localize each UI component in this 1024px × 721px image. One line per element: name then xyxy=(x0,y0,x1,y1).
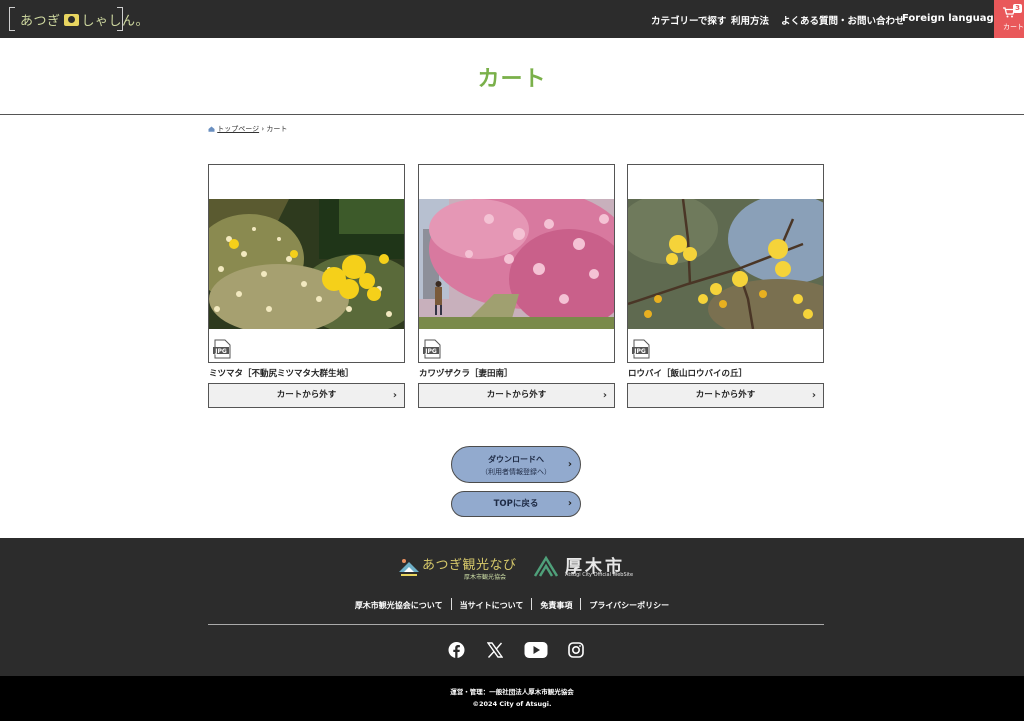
city-emblem-icon xyxy=(533,555,559,577)
nav-faq-contact[interactable]: よくある質問・お問い合わせ xyxy=(781,13,905,27)
jpg-file-icon: JPG xyxy=(632,339,650,359)
jpg-file-icon: JPG xyxy=(423,339,441,359)
logo-bracket-left xyxy=(9,7,15,31)
chevron-right-icon: › xyxy=(811,390,816,401)
cart-item-photo[interactable] xyxy=(419,199,614,329)
remove-from-cart-label: カートから外す xyxy=(695,390,756,400)
nav-how-to-use[interactable]: 利用方法 xyxy=(731,13,769,27)
home-icon xyxy=(208,126,215,132)
chevron-right-icon: › xyxy=(392,390,397,401)
title-divider xyxy=(0,114,1024,115)
svg-text:JPG: JPG xyxy=(214,348,227,355)
cart-item-frame: JPG xyxy=(627,164,824,363)
breadcrumb-home-link[interactable]: トップページ xyxy=(217,125,259,133)
cart-label: カート xyxy=(1003,23,1024,31)
chevron-right-icon: › xyxy=(602,390,607,401)
site-footer: あつぎ観光なび 厚木市観光協会 厚木市 Atsugi City Official… xyxy=(0,538,1024,676)
remove-from-cart-button[interactable]: カートから外す › xyxy=(208,383,405,408)
youtube-icon[interactable] xyxy=(524,640,548,660)
atsugi-city-logo[interactable]: 厚木市 Atsugi City Official WebSite xyxy=(533,552,643,584)
instagram-icon[interactable] xyxy=(568,640,584,660)
remove-from-cart-button[interactable]: カートから外す › xyxy=(627,383,824,408)
footer-links: 厚木市観光協会について 当サイトについて 免責事項 プライバシーポリシー xyxy=(0,598,1024,611)
breadcrumb-current: カート xyxy=(266,125,288,133)
download-button[interactable]: ダウンロードへ （利用者情報登録へ） › xyxy=(451,446,581,483)
footer-logo2-subtitle: Atsugi City Official WebSite xyxy=(565,572,634,578)
back-to-top-label: TOPに戻る xyxy=(493,499,539,509)
footer-link-privacy[interactable]: プライバシーポリシー xyxy=(581,601,677,610)
footer-link-disclaimer[interactable]: 免責事項 xyxy=(532,601,580,610)
logo-text-left: あつぎ xyxy=(20,14,61,29)
camera-icon xyxy=(63,14,79,26)
remove-from-cart-button[interactable]: カートから外す › xyxy=(418,383,615,408)
breadcrumb: トップページ › カート xyxy=(208,124,287,134)
cart-item: JPG ミツマタ［不動尻ミツマタ大群生地］ カートから外す › xyxy=(208,164,405,408)
cart-item-frame: JPG xyxy=(418,164,615,363)
footer-divider xyxy=(208,624,824,625)
jpg-file-icon: JPG xyxy=(213,339,231,359)
footer-link-about-association[interactable]: 厚木市観光協会について xyxy=(347,601,451,610)
logo-bracket-right xyxy=(117,7,123,31)
footer-link-about-site[interactable]: 当サイトについて xyxy=(452,601,532,610)
nav-category-search[interactable]: カテゴリーで探す xyxy=(651,13,726,27)
footer-copyright: ©2024 City of Atsugi. xyxy=(472,700,552,708)
site-header: あつぎ しゃしん。 カテゴリーで探す 利用方法 よくある質問・お問い合わせ For… xyxy=(0,0,1024,38)
remove-from-cart-label: カートから外す xyxy=(486,390,547,400)
back-to-top-button[interactable]: TOPに戻る › xyxy=(451,491,581,517)
breadcrumb-separator: › xyxy=(261,125,265,133)
footer-bottom-bar: 運営・管理：一般社団法人厚木市観光協会 ©2024 City of Atsugi… xyxy=(0,676,1024,721)
facebook-icon[interactable] xyxy=(448,640,465,660)
chevron-right-icon: › xyxy=(567,498,572,509)
remove-from-cart-label: カートから外す xyxy=(276,390,337,400)
cart-button[interactable]: 3 カート xyxy=(994,0,1024,38)
page-title: カート xyxy=(477,67,547,92)
atsugi-kanko-navi-logo[interactable]: あつぎ観光なび 厚木市観光協会 xyxy=(398,554,523,584)
mountain-logo-icon xyxy=(399,559,419,576)
cart-item-photo[interactable] xyxy=(628,199,823,329)
cart-item-name: ロウバイ［飯山ロウバイの丘］ xyxy=(628,369,748,379)
svg-text:JPG: JPG xyxy=(424,348,437,355)
site-logo[interactable]: あつぎ しゃしん。 xyxy=(9,7,149,31)
cart-count-badge: 3 xyxy=(1013,4,1022,13)
download-sublabel: （利用者情報登録へ） xyxy=(481,468,551,476)
cart-item: JPG カワヅザクラ［妻田南］ カートから外す › xyxy=(418,164,615,408)
cart-item-name: ミツマタ［不動尻ミツマタ大群生地］ xyxy=(209,369,354,379)
footer-logo1-subtitle: 厚木市観光協会 xyxy=(464,574,507,581)
footer-logo1-title: あつぎ観光なび xyxy=(422,558,517,573)
cart-item-photo[interactable] xyxy=(209,199,404,329)
chevron-right-icon: › xyxy=(567,459,572,470)
logo-text: あつぎ しゃしん。 xyxy=(20,10,149,29)
download-label: ダウンロードへ xyxy=(488,455,544,464)
footer-operator: 運営・管理：一般社団法人厚木市観光協会 xyxy=(450,688,574,696)
cart-item: JPG ロウバイ［飯山ロウバイの丘］ カートから外す › xyxy=(627,164,824,408)
nav-foreign-language[interactable]: Foreign language xyxy=(902,13,1000,24)
cart-item-frame: JPG xyxy=(208,164,405,363)
logo-text-right: しゃしん。 xyxy=(81,14,150,29)
svg-text:JPG: JPG xyxy=(633,348,646,355)
cart-item-name: カワヅザクラ［妻田南］ xyxy=(419,369,513,379)
x-icon[interactable] xyxy=(487,640,503,660)
